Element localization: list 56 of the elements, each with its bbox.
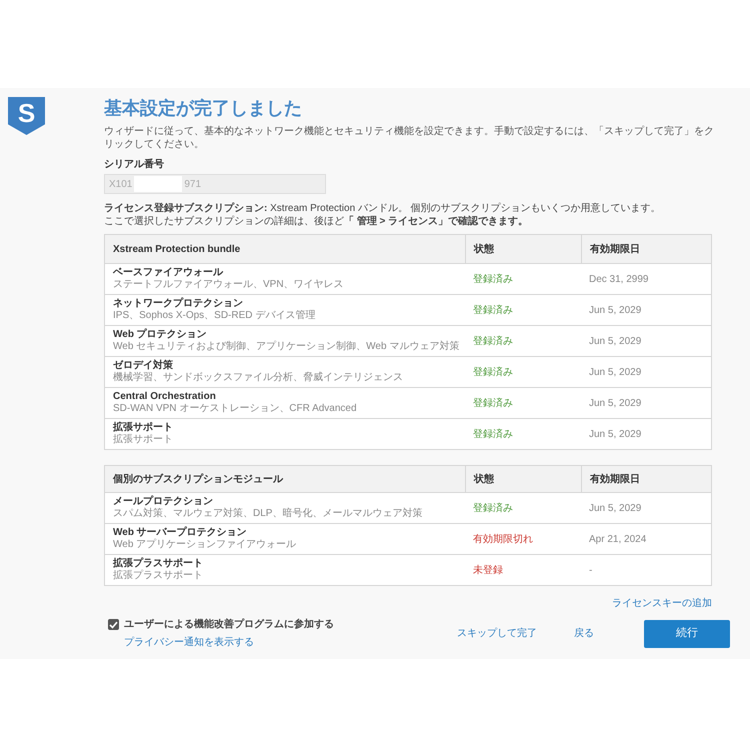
column-header: 状態 <box>474 242 494 256</box>
expiry-date: Apr 21, 2024 <box>589 532 646 546</box>
column-header: 状態 <box>474 472 494 486</box>
feature-description: スパム対策、マルウェア対策、DLP、暗号化、メールマルウェア対策 <box>113 508 422 520</box>
feature-description: Web セキュリティおよび制御、アプリケーション制御、Web マルウェア対策 <box>113 341 460 353</box>
text-link-button[interactable]: スキップして完了 <box>457 627 537 640</box>
checkmark-icon <box>109 620 118 628</box>
text-link-button[interactable]: 戻る <box>574 627 594 640</box>
serial-number-label: シリアル番号 <box>104 158 165 171</box>
feature-name: 拡張プラスサポート <box>113 558 203 570</box>
continue-button[interactable]: 続行 <box>644 620 730 648</box>
status-label: 有効期限切れ <box>473 532 533 546</box>
status-label: 登録済み <box>473 304 513 318</box>
feature-description: 拡張プラスサポート <box>113 570 203 582</box>
checkbox[interactable] <box>108 619 119 630</box>
column-header: 有効期限日 <box>590 472 640 486</box>
feature-name: 拡張サポート <box>113 422 173 434</box>
feature-name: ベースファイアウォール <box>113 267 223 279</box>
expiry-date: Jun 5, 2029 <box>589 366 642 380</box>
expiry-date: Jun 5, 2029 <box>589 428 642 442</box>
expiry-date: Jun 5, 2029 <box>589 396 642 410</box>
column-header: Xstream Protection bundle <box>113 242 240 256</box>
license-info-text: ライセンス登録サブスクリプション: Xstream Protection バンドル。 個別のサブスクリプションもいくつか用意しています。 <box>104 202 662 215</box>
status-label: 登録済み <box>473 502 513 516</box>
page-description: ウィザードに従って、基本的なネットワーク機能とセキュリティ機能を設定できます。手動で設定するには、「スキップして完了」をクリックしてください。 <box>104 125 715 151</box>
column-header: 有効期限日 <box>590 242 640 256</box>
status-label: 登録済み <box>473 272 513 286</box>
expiry-date: Jun 5, 2029 <box>589 502 642 516</box>
feature-name: Web プロテクション <box>113 329 207 341</box>
status-label: 登録済み <box>473 334 513 348</box>
expiry-date: Jun 5, 2029 <box>589 304 642 318</box>
status-label: 未登録 <box>473 564 503 578</box>
feature-description: ステートフルファイアウォール、VPN、ワイヤレス <box>113 279 344 291</box>
page-title: 基本設定が完了しました <box>104 97 303 120</box>
feature-name: ネットワークプロテクション <box>113 298 243 310</box>
status-label: 登録済み <box>473 428 513 442</box>
expiry-date: - <box>589 564 592 578</box>
expiry-date: Dec 31, 2999 <box>589 272 648 286</box>
feature-description: SD-WAN VPN オーケストレーション、CFR Advanced <box>113 403 357 415</box>
feature-description: 機械学習、サンドボックスファイル分析、脅威インテリジェンス <box>113 372 403 384</box>
feature-name: メールプロテクション <box>113 496 213 508</box>
feature-name: ゼロデイ対策 <box>113 360 173 372</box>
feature-name: Web サーバープロテクション <box>113 527 247 538</box>
feature-description: IPS、Sophos X-Ops、SD-RED デバイス管理 <box>113 310 316 322</box>
feature-name: Central Orchestration <box>113 391 216 403</box>
feature-description: 拡張サポート <box>113 434 173 446</box>
feature-description: Web アプリケーションファイアウォール <box>113 539 296 551</box>
status-label: 登録済み <box>473 366 513 380</box>
privacy-notice-link[interactable]: プライバシー通知を表示する <box>124 636 334 649</box>
license-info-text: ここで選択したサブスクリプションの詳細は、後ほど「 管理 > ライセンス」で確認できます。 <box>104 215 530 228</box>
status-label: 登録済み <box>473 396 513 410</box>
expiry-date: Jun 5, 2029 <box>589 334 642 348</box>
checkbox-label[interactable]: ユーザーによる機能改善プログラムに参加する <box>124 618 334 631</box>
column-header: 個別のサブスクリプションモジュール <box>113 472 283 486</box>
add-license-key-link[interactable]: ライセンスキーの追加 <box>612 597 712 610</box>
shield-logo: S <box>8 97 45 135</box>
